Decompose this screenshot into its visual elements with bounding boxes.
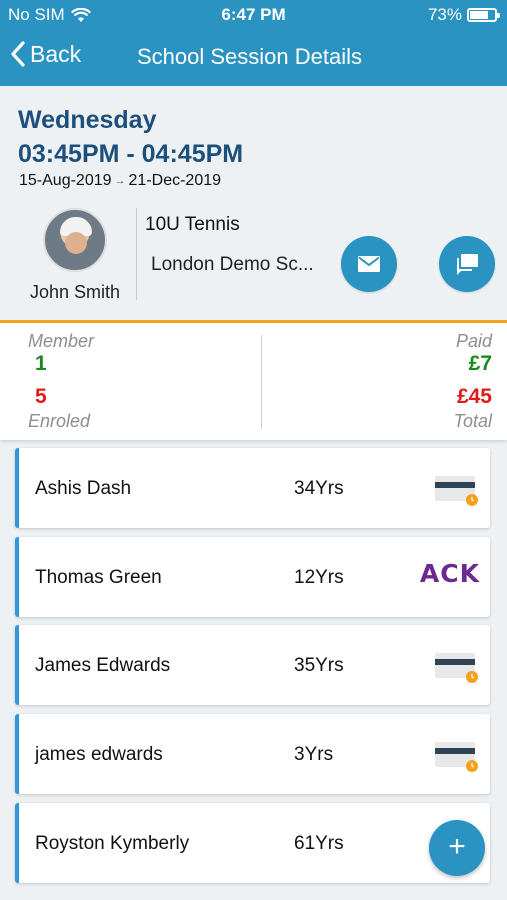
email-button[interactable] (341, 236, 397, 292)
page-title: School Session Details (137, 44, 363, 69)
coach-divider (136, 208, 137, 300)
message-button[interactable] (439, 236, 495, 292)
student-age: 61Yrs (294, 833, 344, 854)
member-label: Member (28, 331, 95, 351)
card-pending-icon[interactable] (434, 474, 480, 513)
student-name: Ashis Dash (35, 478, 132, 499)
avatar-face (65, 232, 87, 254)
battery-icon (467, 8, 500, 22)
coach-block[interactable]: John Smith (15, 206, 135, 306)
session-date-range: 15-Aug-2019 → 21-Dec-2019 (19, 172, 221, 190)
student-name: Royston Kymberly (35, 833, 190, 854)
group-name: 10U Tennis (145, 214, 240, 235)
student-age: 34Yrs (294, 478, 344, 499)
venue-name: London Demo Sc... (151, 254, 314, 275)
battery-status: 73% (427, 5, 500, 25)
add-student-button[interactable]: + (429, 820, 485, 876)
student-age: 3Yrs (294, 744, 334, 765)
envelope-icon (358, 256, 380, 272)
arrow-right-icon: → (114, 175, 126, 187)
enroled-label: Enroled (28, 411, 91, 431)
battery-percent: 73% (427, 5, 462, 24)
status-bar: No SIM 6:47 PM 73% (0, 0, 507, 30)
chat-icon (457, 254, 478, 275)
nav-bar: Back School Session Details (0, 30, 507, 86)
member-count: 1 (35, 352, 47, 375)
paid-amount: £7 (468, 352, 492, 375)
summary-panel: Member 1 5 Enroled Paid £7 £45 Total (0, 323, 507, 440)
back-label: Back (30, 40, 82, 67)
start-date: 15-Aug-2019 (19, 172, 112, 189)
coach-avatar (43, 208, 107, 272)
paid-label: Paid (455, 331, 492, 351)
back-button[interactable]: Back (10, 40, 81, 68)
student-name: Thomas Green (35, 567, 162, 588)
student-row[interactable]: Royston Kymberly 61Yrs (15, 803, 490, 883)
session-header: Wednesday 03:45PM - 04:45PM 15-Aug-2019 … (0, 86, 507, 321)
ack-badge[interactable]: ACK (420, 559, 480, 588)
student-age: 12Yrs (294, 567, 344, 588)
student-row[interactable]: james edwards 3Yrs (15, 714, 490, 794)
student-row[interactable]: Ashis Dash 34Yrs (15, 448, 490, 528)
plus-icon: + (448, 830, 466, 863)
student-name: james edwards (35, 744, 163, 765)
end-date: 21-Dec-2019 (128, 172, 222, 189)
coach-name: John Smith (29, 282, 121, 302)
total-label: Total (453, 411, 492, 431)
summary-divider (261, 335, 262, 429)
student-row[interactable]: James Edwards 35Yrs (15, 625, 490, 705)
student-age: 35Yrs (294, 655, 344, 676)
session-time-range: 03:45PM - 04:45PM (18, 140, 244, 168)
student-row[interactable]: Thomas Green 12Yrs ACK (15, 537, 490, 617)
enroled-count: 5 (35, 385, 47, 408)
student-name: James Edwards (35, 655, 171, 676)
card-pending-icon[interactable] (434, 651, 480, 690)
chevron-left-icon (11, 41, 25, 67)
session-day: Wednesday (18, 106, 157, 134)
total-amount: £45 (456, 385, 492, 408)
card-pending-icon[interactable] (434, 740, 480, 779)
